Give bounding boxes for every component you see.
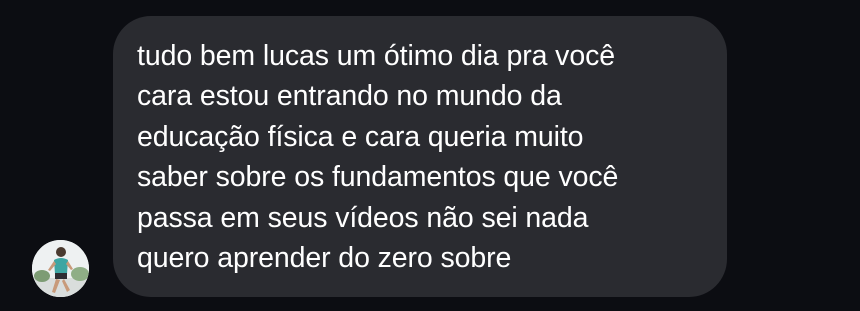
message-text-line: passa em seus vídeos não sei nada bbox=[137, 201, 589, 234]
message-text-line: quero aprender do zero sobre bbox=[137, 242, 512, 275]
message-text-line: saber sobre os fundamentos que você bbox=[137, 161, 619, 194]
message-bubble[interactable]: tudo bem lucas um ótimo dia pra você car… bbox=[113, 16, 727, 297]
sender-avatar[interactable] bbox=[32, 240, 89, 297]
message-text-line: tudo bem lucas um ótimo dia pra você bbox=[137, 40, 615, 72]
message-text-line: cara estou entrando no mundo da bbox=[137, 80, 562, 113]
message-text-line: educação física e cara queria muito bbox=[137, 120, 584, 153]
chat-thread: tudo bem lucas um ótimo dia pra você car… bbox=[0, 0, 860, 311]
runner-photo-icon bbox=[32, 240, 89, 297]
